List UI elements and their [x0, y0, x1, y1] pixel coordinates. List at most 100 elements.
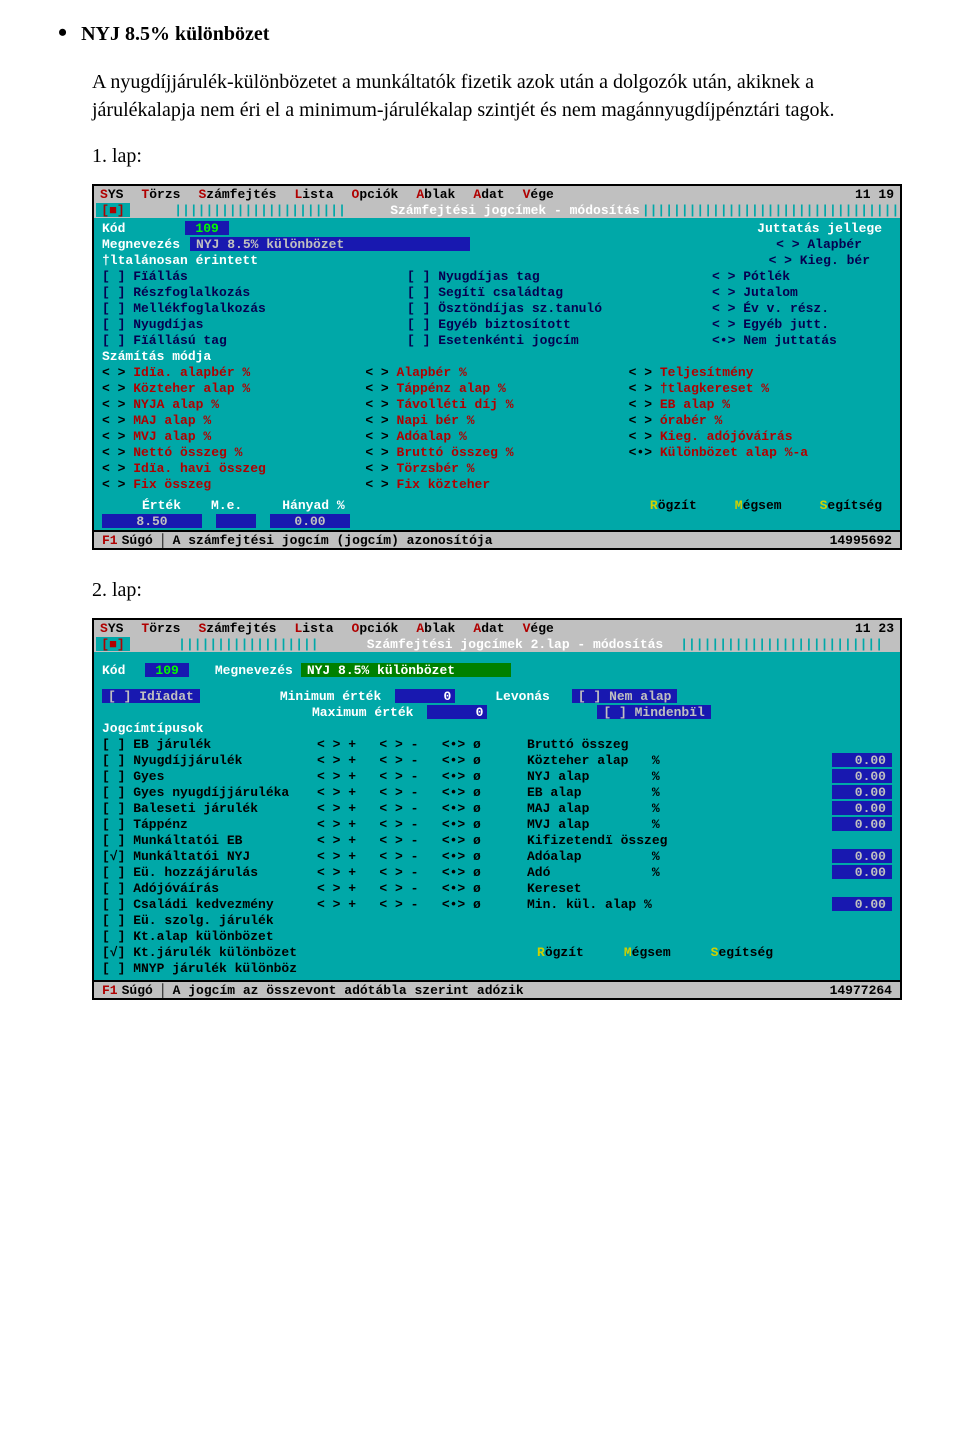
menu-item[interactable]: Törzs: [141, 187, 180, 202]
jogcim-operator[interactable]: < > + < > - <•> ø: [317, 801, 527, 816]
calc-option[interactable]: < > Távolléti díj %: [365, 397, 513, 412]
percent-field[interactable]: 0.00: [832, 897, 892, 911]
nemalap-checkbox[interactable]: [ ] Nem alap: [572, 689, 678, 703]
menu-item[interactable]: Opciók: [352, 187, 399, 202]
percent-field[interactable]: 0.00: [832, 769, 892, 783]
jogcim-operator[interactable]: < > + < > - <•> ø: [317, 849, 527, 864]
calc-option[interactable]: < > órabér %: [629, 413, 723, 428]
calc-option[interactable]: < > Idïa. alapbér %: [102, 365, 250, 380]
megnevezes-field[interactable]: NYJ 8.5% különbözet: [190, 237, 470, 251]
jogcim-checkbox[interactable]: [ ] Eü. hozzájárulás: [102, 865, 317, 880]
calc-option[interactable]: < > EB alap %: [629, 397, 730, 412]
juttatas-option[interactable]: < > Pótlék: [712, 269, 790, 284]
jogcim-checkbox[interactable]: [ ] Eü. szolg. járulék: [102, 913, 317, 928]
segit-button-2[interactable]: Segítség: [701, 945, 783, 960]
close-icon[interactable]: [■]: [96, 203, 130, 217]
jogcim-operator[interactable]: < > + < > - <•> ø: [317, 817, 527, 832]
calc-option[interactable]: < > NYJA alap %: [102, 397, 219, 412]
idiadat-checkbox[interactable]: [ ] Idïadat: [102, 689, 200, 703]
option-item[interactable]: [ ] Nyugdíjas: [102, 317, 203, 332]
menu-item[interactable]: Opciók: [352, 621, 399, 636]
max-field[interactable]: 0: [427, 705, 487, 719]
menu-item[interactable]: Ablak: [416, 187, 455, 202]
menu-item[interactable]: Számfejtés: [198, 621, 276, 636]
calc-option[interactable]: < > MAJ alap %: [102, 413, 211, 428]
juttatas-option[interactable]: < > Év v. rész.: [712, 301, 829, 316]
menu-item[interactable]: SYS: [100, 187, 123, 202]
kod-field-2[interactable]: 109: [145, 663, 188, 677]
megsem-button-1[interactable]: Mégsem: [725, 498, 792, 513]
jogcim-operator[interactable]: < > + < > - <•> ø: [317, 737, 527, 752]
min-field[interactable]: 0: [395, 689, 455, 703]
option-item[interactable]: [ ] Segítï családtag: [407, 285, 563, 300]
juttatas-option[interactable]: < > Egyéb jutt.: [712, 317, 829, 332]
close-icon[interactable]: [■]: [96, 637, 130, 651]
calc-option[interactable]: < > Alapbér %: [365, 365, 466, 380]
option-item[interactable]: [ ] Esetenkénti jogcím: [407, 333, 579, 348]
calc-option[interactable]: < > Adóalap %: [365, 429, 466, 444]
calc-option[interactable]: < > Bruttó összeg %: [365, 445, 513, 460]
me-field[interactable]: [216, 514, 256, 528]
rogzit-button-1[interactable]: Rögzít: [640, 498, 707, 513]
jogcim-checkbox[interactable]: [√] Munkáltatói NYJ: [102, 849, 317, 864]
juttatas-opt-1[interactable]: < > Kieg. bér: [769, 253, 870, 268]
jogcim-checkbox[interactable]: [ ] EB járulék: [102, 737, 317, 752]
jogcim-checkbox[interactable]: [ ] Nyugdíjjárulék: [102, 753, 317, 768]
percent-field[interactable]: 0.00: [832, 753, 892, 767]
jogcim-operator[interactable]: < > + < > - <•> ø: [317, 785, 527, 800]
calc-option[interactable]: < > Kieg. adójóváírás: [629, 429, 793, 444]
rogzit-button-2[interactable]: Rögzít: [527, 945, 594, 960]
calc-option[interactable]: < > †tlagkereset %: [629, 381, 769, 396]
jogcim-checkbox[interactable]: [ ] Gyes: [102, 769, 317, 784]
menu-item[interactable]: Számfejtés: [198, 187, 276, 202]
option-item[interactable]: [ ] Részfoglalkozás: [102, 285, 250, 300]
calc-option[interactable]: < > Táppénz alap %: [365, 381, 505, 396]
mindenbil-checkbox[interactable]: [ ] Mindenbïl: [597, 705, 710, 719]
jogcim-checkbox[interactable]: [ ] Munkáltatói EB: [102, 833, 317, 848]
jogcim-checkbox[interactable]: [√] Kt.járulék különbözet: [102, 945, 317, 960]
ertek-field[interactable]: 8.50: [102, 514, 202, 528]
calc-option[interactable]: < > Fix közteher: [365, 477, 490, 492]
menu-item[interactable]: Törzs: [141, 621, 180, 636]
calc-option[interactable]: < > Nettó összeg %: [102, 445, 242, 460]
calc-option[interactable]: < > Fix összeg: [102, 477, 211, 492]
menu-item[interactable]: Vége: [523, 187, 554, 202]
jogcim-operator[interactable]: < > + < > - <•> ø: [317, 769, 527, 784]
jogcim-checkbox[interactable]: [ ] Gyes nyugdíjjáruléka: [102, 785, 317, 800]
calc-option[interactable]: < > Napi bér %: [365, 413, 474, 428]
calc-option[interactable]: < > Közteher alap %: [102, 381, 250, 396]
menu-item[interactable]: Lista: [294, 621, 333, 636]
jogcim-operator[interactable]: < > + < > - <•> ø: [317, 865, 527, 880]
percent-field[interactable]: 0.00: [832, 785, 892, 799]
percent-field[interactable]: 0.00: [832, 801, 892, 815]
hanyad-field[interactable]: 0.00: [270, 514, 350, 528]
calc-option[interactable]: < > Törzsbér %: [365, 461, 474, 476]
option-item[interactable]: [ ] Ösztöndíjas sz.tanuló: [407, 301, 602, 316]
option-item[interactable]: [ ] Nyugdíjas tag: [407, 269, 540, 284]
percent-field[interactable]: 0.00: [832, 865, 892, 879]
option-item[interactable]: [ ] Egyéb biztosított: [407, 317, 571, 332]
jogcim-checkbox[interactable]: [ ] Kt.alap különbözet: [102, 929, 317, 944]
megnevezes-field-2[interactable]: NYJ 8.5% különbözet: [301, 663, 511, 677]
menu-item[interactable]: Adat: [473, 187, 504, 202]
calc-option[interactable]: < > Idïa. havi összeg: [102, 461, 266, 476]
jogcim-operator[interactable]: < > + < > - <•> ø: [317, 881, 527, 896]
menu-item[interactable]: Ablak: [416, 621, 455, 636]
kod-field[interactable]: 109: [185, 221, 228, 235]
megsem-button-2[interactable]: Mégsem: [614, 945, 681, 960]
menu-item[interactable]: Vége: [523, 621, 554, 636]
jogcim-operator[interactable]: < > + < > - <•> ø: [317, 753, 527, 768]
percent-field[interactable]: 0.00: [832, 849, 892, 863]
segitseg-button-1[interactable]: Segítség: [810, 498, 892, 513]
menu-item[interactable]: SYS: [100, 621, 123, 636]
calc-option[interactable]: < > MVJ alap %: [102, 429, 211, 444]
option-item[interactable]: [ ] Mellékfoglalkozás: [102, 301, 266, 316]
jogcim-operator[interactable]: < > + < > - <•> ø: [317, 897, 527, 912]
calc-option[interactable]: <•> Különbözet alap %-a: [629, 445, 808, 460]
option-item[interactable]: [ ] Fïállású tag: [102, 333, 227, 348]
jogcim-checkbox[interactable]: [ ] MNYP járulék különböz: [102, 961, 317, 976]
juttatas-option[interactable]: < > Jutalom: [712, 285, 798, 300]
calc-option[interactable]: < > Teljesítmény: [629, 365, 754, 380]
menu-item[interactable]: Lista: [294, 187, 333, 202]
percent-field[interactable]: 0.00: [832, 817, 892, 831]
